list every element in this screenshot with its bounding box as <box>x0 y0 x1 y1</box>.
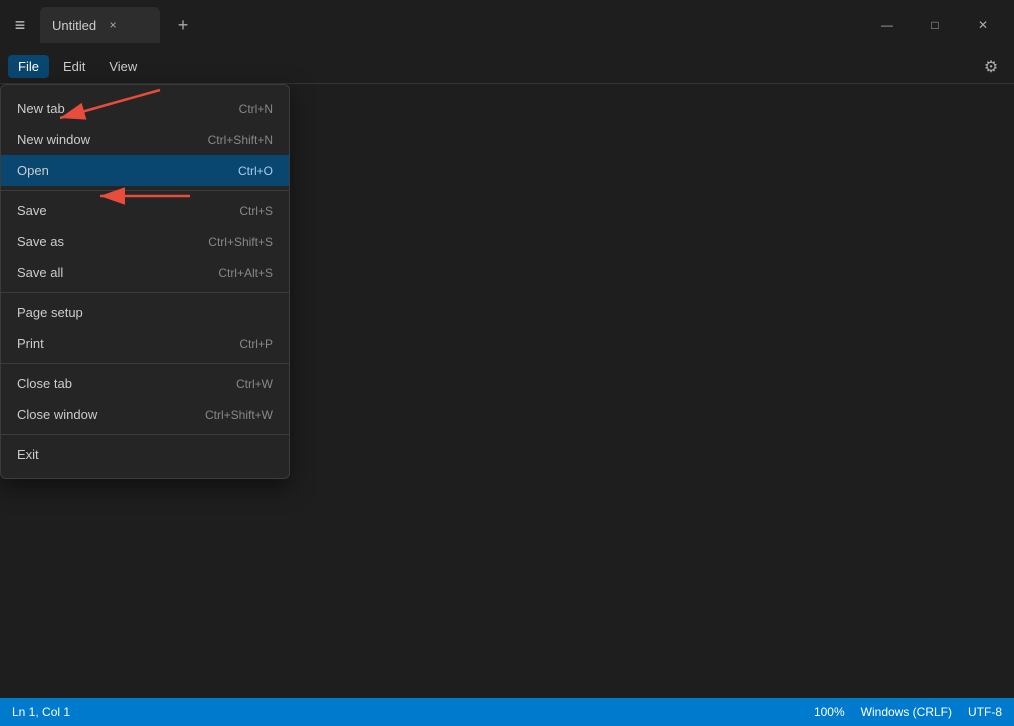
menu-section-1: New tab Ctrl+N New window Ctrl+Shift+N O… <box>1 89 289 191</box>
menu-item-open[interactable]: Open Ctrl+O <box>1 155 289 186</box>
menu-item-print-label: Print <box>17 336 44 351</box>
close-window-button[interactable]: ✕ <box>960 9 1006 41</box>
menu-item-close-tab-label: Close tab <box>17 376 72 391</box>
menu-edit[interactable]: Edit <box>53 55 95 78</box>
menu-item-save-as[interactable]: Save as Ctrl+Shift+S <box>1 226 289 257</box>
status-line-ending: Windows (CRLF) <box>861 705 952 719</box>
menu-bar: File Edit View ⚙ <box>0 50 1014 84</box>
window-controls: — □ ✕ <box>864 9 1006 41</box>
menu-item-close-tab-shortcut: Ctrl+W <box>236 377 273 391</box>
menu-item-new-tab-label: New tab <box>17 101 65 116</box>
menu-item-page-setup-label: Page setup <box>17 305 83 320</box>
minimize-button[interactable]: — <box>864 9 910 41</box>
status-bar: Ln 1, Col 1 100% Windows (CRLF) UTF-8 <box>0 698 1014 726</box>
tab-close-button[interactable]: × <box>104 16 122 34</box>
status-right: 100% Windows (CRLF) UTF-8 <box>814 705 1002 719</box>
status-left: Ln 1, Col 1 <box>12 705 70 719</box>
menu-item-exit-label: Exit <box>17 447 39 462</box>
status-position: Ln 1, Col 1 <box>12 705 70 719</box>
menu-item-close-window-label: Close window <box>17 407 97 422</box>
menu-view[interactable]: View <box>99 55 147 78</box>
menu-section-3: Page setup Print Ctrl+P <box>1 293 289 364</box>
tab-item[interactable]: Untitled × <box>40 7 160 43</box>
maximize-button[interactable]: □ <box>912 9 958 41</box>
menu-items: File Edit View <box>8 55 147 78</box>
menu-item-new-tab[interactable]: New tab Ctrl+N <box>1 93 289 124</box>
app-icon: ≡ <box>8 13 32 37</box>
status-encoding: UTF-8 <box>968 705 1002 719</box>
menu-item-page-setup[interactable]: Page setup <box>1 297 289 328</box>
menu-item-save-as-label: Save as <box>17 234 64 249</box>
menu-item-print-shortcut: Ctrl+P <box>239 337 273 351</box>
menu-item-close-window[interactable]: Close window Ctrl+Shift+W <box>1 399 289 430</box>
title-bar: ≡ Untitled × + — □ ✕ <box>0 0 1014 50</box>
menu-item-save-as-shortcut: Ctrl+Shift+S <box>208 235 273 249</box>
menu-item-save-label: Save <box>17 203 47 218</box>
tab-title: Untitled <box>52 18 96 33</box>
menu-section-4: Close tab Ctrl+W Close window Ctrl+Shift… <box>1 364 289 435</box>
status-zoom: 100% <box>814 705 845 719</box>
settings-icon[interactable]: ⚙ <box>976 52 1006 82</box>
menu-item-save-shortcut: Ctrl+S <box>239 204 273 218</box>
menu-item-new-tab-shortcut: Ctrl+N <box>239 102 273 116</box>
menu-item-new-window[interactable]: New window Ctrl+Shift+N <box>1 124 289 155</box>
menu-file[interactable]: File <box>8 55 49 78</box>
menu-item-print[interactable]: Print Ctrl+P <box>1 328 289 359</box>
menu-item-new-window-shortcut: Ctrl+Shift+N <box>208 133 273 147</box>
menu-item-save-all[interactable]: Save all Ctrl+Alt+S <box>1 257 289 288</box>
menu-section-2: Save Ctrl+S Save as Ctrl+Shift+S Save al… <box>1 191 289 293</box>
menu-item-open-shortcut: Ctrl+O <box>238 164 273 178</box>
menu-item-new-window-label: New window <box>17 132 90 147</box>
menu-item-close-window-shortcut: Ctrl+Shift+W <box>205 408 273 422</box>
menu-item-save[interactable]: Save Ctrl+S <box>1 195 289 226</box>
title-bar-left: ≡ Untitled × + <box>8 7 198 43</box>
menu-item-save-all-label: Save all <box>17 265 63 280</box>
new-tab-button[interactable]: + <box>168 10 198 40</box>
file-dropdown-menu: New tab Ctrl+N New window Ctrl+Shift+N O… <box>0 84 290 479</box>
menu-item-open-label: Open <box>17 163 49 178</box>
menu-item-close-tab[interactable]: Close tab Ctrl+W <box>1 368 289 399</box>
menu-item-exit[interactable]: Exit <box>1 439 289 470</box>
menu-section-5: Exit <box>1 435 289 474</box>
menu-item-save-all-shortcut: Ctrl+Alt+S <box>218 266 273 280</box>
